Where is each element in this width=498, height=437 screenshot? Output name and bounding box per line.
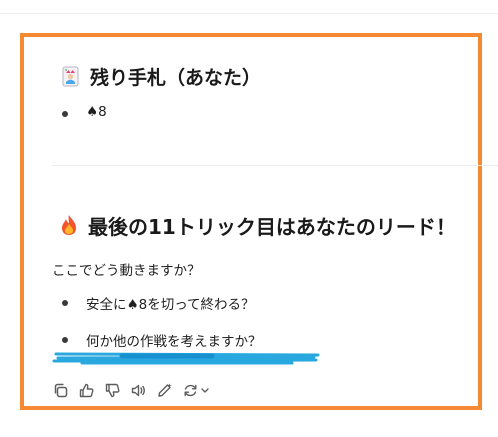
message-action-toolbar (52, 380, 212, 400)
remaining-hand-title: 残り手札（あなた） (90, 66, 262, 89)
read-aloud-icon[interactable] (130, 382, 147, 399)
list-bullet (62, 111, 68, 117)
thumbs-up-icon[interactable] (78, 382, 95, 399)
copy-icon[interactable] (52, 382, 69, 399)
lead-title: 最後の11トリック目はあなたのリード！ (88, 214, 456, 239)
option-item: 安全に♠8を切って終わる？ (86, 297, 255, 313)
top-divider (0, 13, 498, 14)
option-item: 何か他の作戦を考えますか？ (86, 334, 262, 350)
list-bullet (62, 337, 68, 343)
fire-icon (60, 214, 78, 236)
lead-question: ここでどう動きますか？ (52, 263, 201, 279)
joker-card-icon (62, 66, 79, 87)
section-divider (52, 165, 498, 166)
regenerate-icon[interactable] (182, 382, 212, 399)
edit-icon[interactable] (156, 382, 173, 399)
list-bullet (62, 300, 68, 306)
hand-card-item: ♠8 (86, 104, 107, 120)
lead-heading: 最後の11トリック目はあなたのリード！ (60, 211, 456, 239)
remaining-hand-heading: 残り手札（あなた） (62, 63, 261, 89)
highlight-scribble (52, 352, 320, 365)
thumbs-down-icon[interactable] (104, 382, 121, 399)
